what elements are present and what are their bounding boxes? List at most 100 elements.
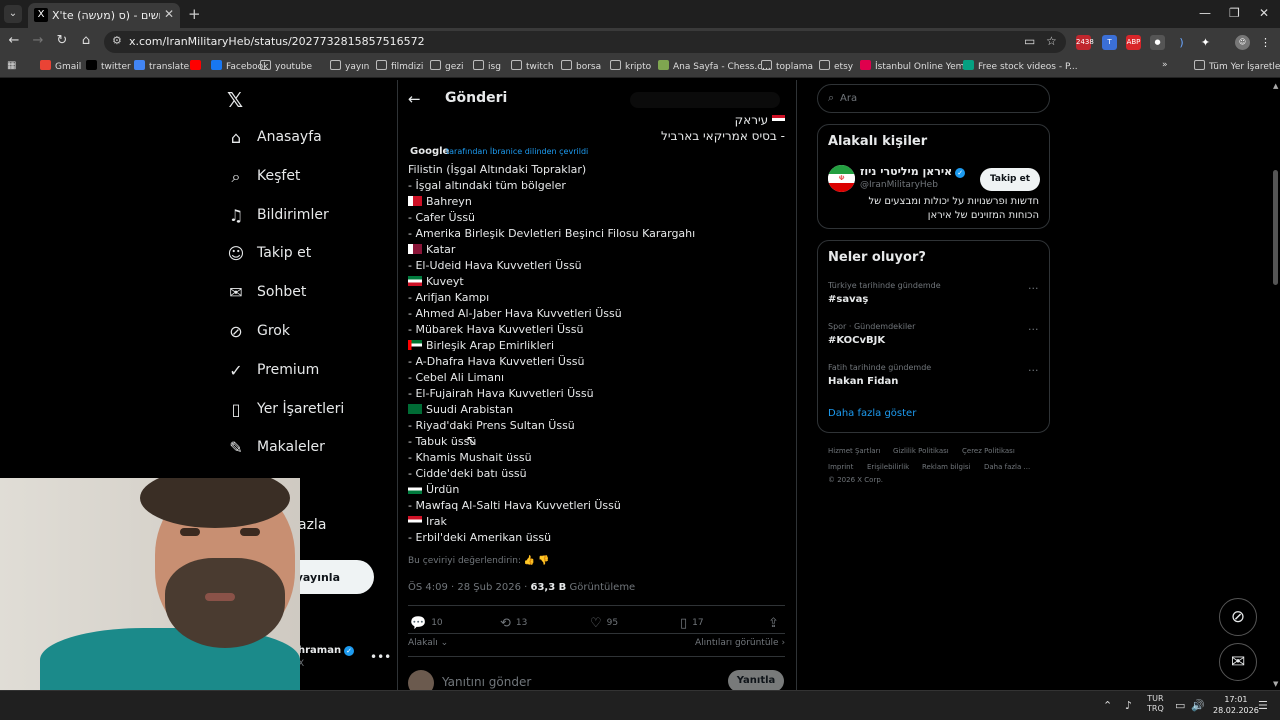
reply-input[interactable]: Yanıtını gönder <box>442 675 531 689</box>
extension-badge-icon[interactable]: 2438 <box>1076 35 1094 50</box>
x-logo-icon[interactable]: 𝕏 <box>227 88 243 112</box>
nav-item-0[interactable]: ⌂ Anasayfa <box>226 124 396 154</box>
nav-item-7[interactable]: ▯ Yer İşaretleri <box>226 396 396 426</box>
minimize-button[interactable]: — <box>1199 6 1211 20</box>
messages-fab-icon[interactable]: ✉ <box>1219 643 1257 681</box>
tab-search-button[interactable]: ⌄ <box>4 5 22 23</box>
site-info-icon[interactable]: ⚙ <box>112 34 122 47</box>
nav-item-4[interactable]: ✉ Sohbet <box>226 279 396 309</box>
bookmark-folder[interactable]: gezi <box>430 60 463 72</box>
tab-close-icon[interactable]: ✕ <box>164 7 174 21</box>
bookmark-pexels[interactable]: Free stock videos - P... <box>963 60 1078 72</box>
relevant-dropdown[interactable]: Alakalı ⌄ <box>408 638 448 648</box>
bookmark-chess[interactable]: Ana Sayfa - Chess.c... <box>658 60 771 72</box>
bookmark-folder[interactable]: kripto <box>610 60 651 72</box>
thumbs-up-icon[interactable]: 👍 <box>524 556 535 566</box>
translate-extension-icon[interactable]: T <box>1102 35 1117 50</box>
bookmark-folder[interactable]: yayın <box>330 60 369 72</box>
account-menu-icon[interactable]: ••• <box>370 650 391 664</box>
profile-avatar-icon[interactable]: ☺ <box>1235 35 1250 50</box>
nav-item-8[interactable]: ✎ Makaleler <box>226 434 396 464</box>
home-button[interactable]: ⌂ <box>77 33 95 48</box>
bookmark-x[interactable]: twitter <box>86 60 131 72</box>
footer-link[interactable]: Reklam bilgisi <box>922 463 971 471</box>
bookmark-folder[interactable]: isg <box>473 60 501 72</box>
footer-link[interactable]: Erişilebilirlik <box>867 463 909 471</box>
new-tab-button[interactable]: + <box>188 5 201 23</box>
volume-icon[interactable]: 🔊 <box>1191 699 1205 712</box>
all-bookmarks-button[interactable]: Tüm Yer İşaretleri <box>1194 60 1280 72</box>
scroll-down-icon[interactable]: ▼ <box>1273 680 1278 688</box>
language-indicator[interactable]: TUR TRQ <box>1147 694 1164 714</box>
forward-nav-button[interactable]: → <box>29 33 47 48</box>
nav-item-6[interactable]: ✓ Premium <box>226 357 396 387</box>
person-name[interactable]: איראן מיליטרי ניוז ✓ <box>860 165 966 178</box>
trend-item[interactable]: Hakan Fidan <box>828 376 898 387</box>
trend-more-icon[interactable]: ··· <box>1028 364 1039 377</box>
follow-button[interactable]: Takip et <box>980 168 1040 191</box>
audio-extension-icon[interactable]: ) <box>1174 35 1189 50</box>
nav-item-3[interactable]: ☺ Takip et <box>226 240 396 270</box>
account-name[interactable]: hraman ✓ <box>298 645 355 656</box>
back-nav-button[interactable]: ← <box>5 33 23 48</box>
bookmark-youtube[interactable] <box>190 60 205 72</box>
view-quotes-link[interactable]: Alıntıları görüntüle › <box>695 638 785 648</box>
reply-action[interactable]: 💬 10 <box>410 616 443 631</box>
share-icon[interactable]: ⇪ <box>768 616 784 631</box>
footer-link[interactable]: Daha fazla ... <box>984 463 1030 471</box>
clock[interactable]: 17:01 28.02.2026 <box>1213 694 1259 716</box>
bookmark-folder[interactable]: filmdizi <box>376 60 423 72</box>
bookmark-yemeksepeti[interactable]: İstanbul Online Yem... <box>860 60 973 72</box>
restore-button[interactable]: ❐ <box>1229 6 1240 20</box>
reply-button[interactable]: Yanıtla <box>728 670 784 692</box>
close-window-button[interactable]: ✕ <box>1259 6 1269 20</box>
bookmark-folder[interactable]: twitch <box>511 60 554 72</box>
show-more-link[interactable]: Daha fazla göster <box>828 408 916 419</box>
scrollbar-thumb[interactable] <box>1273 170 1278 285</box>
trend-more-icon[interactable]: ··· <box>1028 323 1039 336</box>
apps-grid-icon[interactable]: ▦ <box>7 60 16 71</box>
footer-link[interactable]: Çerez Politikası <box>962 447 1015 455</box>
card-title: Alakalı kişiler <box>828 134 928 149</box>
scroll-up-icon[interactable]: ▲ <box>1273 82 1278 90</box>
like-action[interactable]: ♡ 95 <box>590 616 618 631</box>
bookmark-gmail[interactable]: Gmail <box>40 60 81 72</box>
extension-icon[interactable]: ● <box>1150 35 1165 50</box>
trend-more-icon[interactable]: ··· <box>1028 282 1039 295</box>
reload-button[interactable]: ↻ <box>53 33 71 48</box>
iran-flag-avatar[interactable]: ☫ <box>828 165 855 192</box>
search-input[interactable]: ⌕ Ara <box>817 84 1050 113</box>
bookmark-action[interactable]: ▯ 17 <box>680 616 704 631</box>
microphone-icon[interactable]: ♪ <box>1125 699 1132 712</box>
trend-item[interactable]: #savaş <box>828 294 868 305</box>
footer-link[interactable]: Gizlilik Politikası <box>893 447 949 455</box>
back-arrow-icon[interactable]: ← <box>408 90 421 108</box>
nav-item-5[interactable]: ⊘ Grok <box>226 318 396 348</box>
extensions-puzzle-icon[interactable]: ✦ <box>1198 35 1213 50</box>
bookmark-folder[interactable]: youtube <box>260 60 312 72</box>
footer-link[interactable]: Imprint <box>828 463 853 471</box>
cast-icon[interactable]: ▭ <box>1024 34 1035 48</box>
grok-fab-icon[interactable]: ⊘ <box>1219 598 1257 636</box>
thumbs-down-icon[interactable]: 👎 <box>538 556 549 566</box>
star-icon[interactable]: ☆ <box>1046 34 1057 48</box>
menu-kebab-icon[interactable]: ⋮ <box>1258 35 1273 50</box>
footer-link[interactable]: © 2026 X Corp. <box>828 476 883 484</box>
bookmark-folder[interactable]: toplama <box>761 60 813 72</box>
bookmark-translate[interactable]: translate <box>134 60 189 72</box>
bookmarks-overflow-icon[interactable]: » <box>1162 60 1168 70</box>
browser-tab-active[interactable]: X X'te (מעשה) כל השטחים הכבושים - (ס... … <box>28 3 180 28</box>
bookmark-folder[interactable]: borsa <box>561 60 601 72</box>
tray-chevron-icon[interactable]: ⌃ <box>1103 699 1112 712</box>
translated-by-link[interactable]: tarafından İbranice dilinden çevrildi <box>446 147 588 156</box>
notifications-icon[interactable]: ☰ <box>1258 699 1268 712</box>
address-bar[interactable]: ⚙ x.com/IranMilitaryHeb/status/202773281… <box>104 31 1066 53</box>
network-icon[interactable]: ▭ <box>1175 699 1185 712</box>
trend-item[interactable]: #KOCvBJK <box>828 335 885 346</box>
repost-action[interactable]: ⟲ 13 <box>500 616 527 631</box>
bookmark-folder[interactable]: etsy <box>819 60 853 72</box>
nav-item-2[interactable]: ♫ Bildirimler <box>226 202 396 232</box>
footer-link[interactable]: Hizmet Şartları <box>828 447 880 455</box>
adblock-icon[interactable]: ABP <box>1126 35 1141 50</box>
nav-item-1[interactable]: ⌕ Keşfet <box>226 163 396 193</box>
